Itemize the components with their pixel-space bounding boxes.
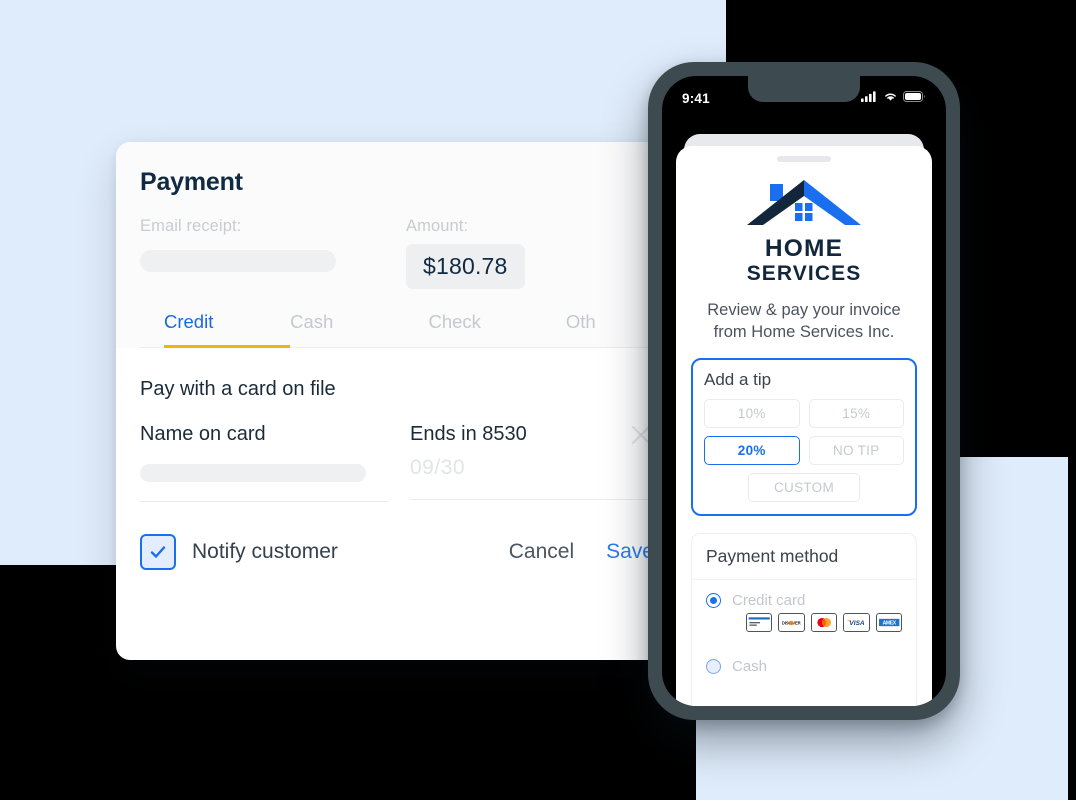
tip-option-custom[interactable]: CUSTOM [748,472,860,502]
email-receipt-field: Email receipt: [140,217,390,289]
tab-credit[interactable]: Credit [164,311,291,348]
phone-screen: 9:41 HOME SERVICES Review & pay your inv… [662,76,946,706]
name-on-card-input[interactable] [140,464,366,482]
amount-input[interactable]: $180.78 [406,244,525,289]
invoice-intro-line2: from Home Services Inc. [713,322,895,341]
amount-label: Amount: [406,217,469,235]
payment-option-cash[interactable]: Cash [706,658,902,675]
payment-option-credit-card[interactable]: Credit card [706,592,902,609]
tab-active-underline [164,345,291,348]
tip-row-1: 10% 15% [704,398,904,428]
tip-option-no-tip[interactable]: NO TIP [808,435,904,465]
add-a-tip-card: Add a tip 10% 15% 20% NO TIP CUSTOM [691,357,917,516]
phone-mockup: 9:41 HOME SERVICES Review & pay your inv… [648,62,960,720]
mastercard-icon [810,612,838,632]
svg-text:AMEX: AMEX [882,620,896,626]
email-receipt-label: Email receipt: [140,217,242,235]
notify-customer-checkbox[interactable] [140,534,176,570]
invoice-intro-line1: Review & pay your invoice [707,300,901,319]
tab-cash-label: Cash [290,311,334,332]
status-bar-icons [861,89,926,107]
amount-field: Amount: $180.78 [406,217,525,289]
generic-card-icon [746,612,773,632]
tip-option-20[interactable]: 20% [704,435,800,465]
add-a-tip-title: Add a tip [704,369,772,389]
tab-check[interactable]: Check [428,311,565,347]
svg-text:VISA: VISA [850,620,865,627]
card-on-file-row: Name on card Ends in 8530 09/30 [140,423,654,502]
invoice-intro-text: Review & pay your invoice from Home Serv… [676,300,932,344]
screenshot-stage: Payment Email receipt: Amount: $180.78 C… [0,0,1076,800]
payment-method-card: Payment method Credit card DISC VER VISA… [691,532,917,706]
check-icon [150,546,166,558]
card-ends-group: Ends in 8530 09/30 [410,423,650,502]
discover-icon: DISC VER [778,612,805,632]
section-heading: Pay with a card on file [140,378,336,400]
card-expiry-value[interactable]: 09/30 [410,456,650,480]
payment-method-tabs: Credit Cash Check Oth [140,311,678,348]
card-expiry-underline [410,499,650,500]
payment-fields-row: Email receipt: Amount: $180.78 [140,217,678,289]
visa-icon: VISA [843,612,870,632]
save-button[interactable]: Save [606,540,654,564]
payment-dialog-header: Payment Email receipt: Amount: $180.78 C… [116,142,678,348]
payment-option-cash-label: Cash [732,657,768,675]
payment-option-check[interactable]: Check [706,705,902,706]
tab-credit-label: Credit [164,311,214,332]
cellular-signal-icon [861,89,878,107]
company-logo: HOME SERVICES [676,178,932,286]
cancel-button[interactable]: Cancel [509,540,574,564]
page-title: Payment [140,168,243,196]
tab-cash[interactable]: Cash [290,311,428,347]
card-brand-icons: DISC VER VISA AMEX [746,612,903,632]
radio-cash[interactable] [706,658,721,674]
battery-icon [903,89,926,107]
radio-credit-card[interactable] [706,592,721,608]
logo-text-services: SERVICES [746,262,862,286]
logo-text-home: HOME [764,235,844,262]
payment-method-title: Payment method [692,534,916,580]
amex-icon: AMEX [875,612,903,632]
tab-other-label: Oth [565,311,596,332]
invoice-sheet: HOME SERVICES Review & pay your invoice … [676,146,932,706]
sheet-drag-handle[interactable] [777,156,831,162]
name-on-card-group: Name on card [140,423,388,502]
email-receipt-input[interactable] [140,250,336,272]
notify-customer-label: Notify customer [192,540,338,563]
payment-dialog-body: Pay with a card on file Name on card End… [116,348,678,502]
name-on-card-label: Name on card [140,423,266,445]
tab-check-label: Check [428,311,481,332]
payment-dialog-footer: Notify customer Cancel Save [116,534,678,570]
payment-method-options: Credit card DISC VER VISA AMEX Cash [692,580,916,706]
status-bar-time: 9:41 [682,90,710,106]
card-ends-label: Ends in 8530 [410,423,527,445]
payment-dialog: Payment Email receipt: Amount: $180.78 C… [116,142,678,660]
payment-option-check-label: Check [732,705,775,706]
payment-option-credit-card-label: Credit card [732,591,806,609]
tip-option-15[interactable]: 15% [808,398,904,428]
tip-row-3: CUSTOM [704,472,904,502]
tip-option-10[interactable]: 10% [704,398,800,428]
phone-notch [748,76,860,102]
house-icon [676,178,932,234]
tip-row-2: 20% NO TIP [704,435,904,465]
name-on-card-underline [140,501,388,502]
wifi-icon [883,89,898,107]
